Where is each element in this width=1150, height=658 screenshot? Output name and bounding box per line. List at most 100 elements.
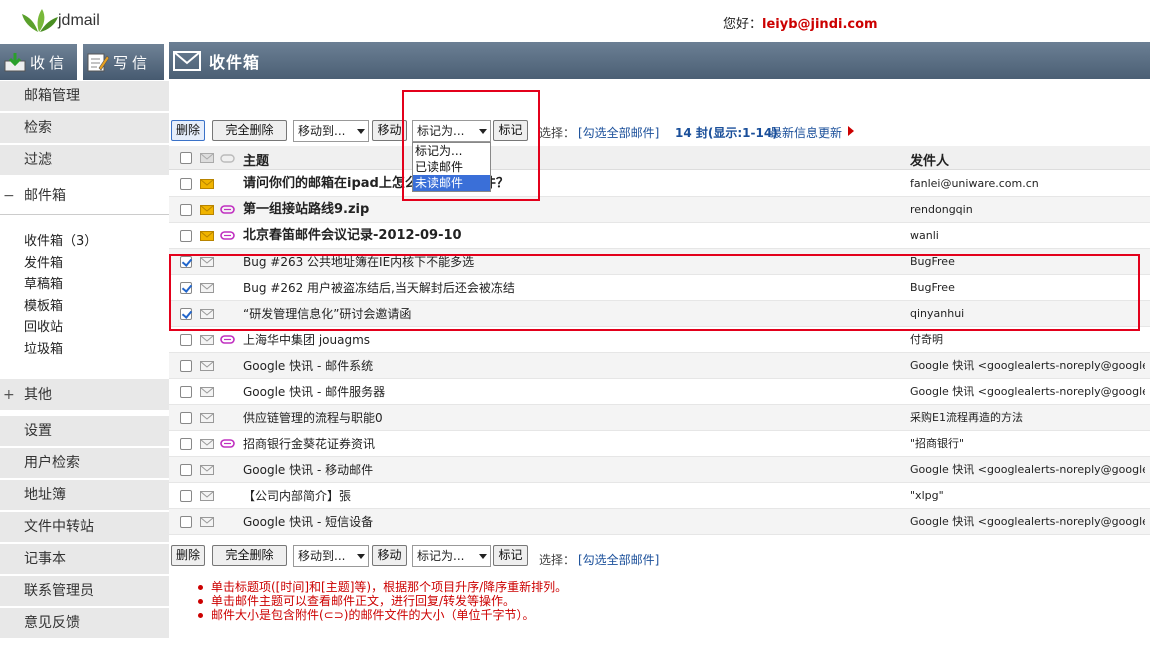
table-row[interactable]: Google 快讯 - 短信设备 Google 快讯 <googlealerts-… bbox=[169, 509, 1150, 535]
delete-button[interactable]: 删除 bbox=[171, 120, 205, 141]
move-to-value-bottom: 移动到... bbox=[298, 549, 346, 563]
sender-column-header[interactable]: 发件人 bbox=[910, 150, 949, 169]
page-header: 收件箱 bbox=[169, 42, 1150, 79]
row-checkbox[interactable] bbox=[180, 178, 192, 190]
row-checkbox[interactable] bbox=[180, 360, 192, 372]
message-subject[interactable]: Google 快讯 - 移动邮件 bbox=[243, 457, 893, 483]
compose-pencil-icon bbox=[87, 53, 109, 72]
user-email[interactable]: leiyb@jindi.com bbox=[762, 17, 878, 32]
table-row[interactable]: Google 快讯 - 邮件服务器 Google 快讯 <googlealerts… bbox=[169, 379, 1150, 405]
row-checkbox[interactable] bbox=[180, 386, 192, 398]
read-envelope-icon bbox=[200, 491, 214, 501]
top-bar: jdmail 您好：leiyb@jindi.com bbox=[0, 0, 1150, 42]
folder-junk[interactable]: 垃圾箱 bbox=[0, 339, 169, 361]
sidebar-item-contact-admin[interactable]: 联系管理员 bbox=[0, 576, 169, 607]
collapse-icon: − bbox=[3, 188, 15, 204]
message-subject[interactable]: Google 快讯 - 短信设备 bbox=[243, 509, 893, 535]
delete-all-button[interactable]: 完全删除 bbox=[212, 120, 287, 141]
attachment-icon bbox=[220, 439, 235, 448]
dropdown-highlight-box bbox=[402, 90, 540, 201]
sidebar-section-other[interactable]: + 其他 bbox=[0, 379, 169, 411]
row-checkbox[interactable] bbox=[180, 230, 192, 242]
table-row[interactable]: 招商银行金葵花证券资讯 "招商银行" bbox=[169, 431, 1150, 457]
read-envelope-icon bbox=[200, 335, 214, 345]
chevron-down-icon bbox=[479, 554, 487, 559]
sidebar-item-filter[interactable]: 过滤 bbox=[0, 145, 169, 176]
select-all-link[interactable]: [勾选全部邮件] bbox=[578, 124, 659, 141]
receive-mail-label: 收信 bbox=[30, 53, 69, 72]
sidebar-item-address-book[interactable]: 地址簿 bbox=[0, 480, 169, 511]
select-all-link-bottom[interactable]: [勾选全部邮件] bbox=[578, 551, 659, 568]
folder-recycle[interactable]: 回收站 bbox=[0, 317, 169, 339]
move-button-bottom[interactable]: 移动 bbox=[372, 545, 407, 566]
table-row[interactable]: Google 快讯 - 移动邮件 Google 快讯 <googlealerts-… bbox=[169, 457, 1150, 483]
receive-mail-button[interactable]: 收信 bbox=[0, 44, 78, 80]
toolbar-top: 删除 完全删除 移动到... 移动 标记为... 标记 选择： [勾选全部邮件]… bbox=[169, 120, 1150, 144]
sidebar: 收信 写信 邮箱管理 检索 过滤 − 邮件箱 收件箱（3） 发件箱 草稿箱 模板… bbox=[0, 42, 169, 658]
message-subject[interactable]: 第一组接站路线9.zip bbox=[243, 197, 893, 223]
select-all-checkbox[interactable] bbox=[180, 152, 192, 164]
sidebar-item-notepad[interactable]: 记事本 bbox=[0, 544, 169, 575]
inbox-download-icon bbox=[4, 53, 26, 72]
table-row[interactable]: 北京春笛邮件会议记录-2012-09-10 wanli bbox=[169, 223, 1150, 249]
read-envelope-icon bbox=[200, 413, 214, 423]
message-sender: Google 快讯 <googlealerts-noreply@google..… bbox=[910, 463, 1145, 476]
note-size: 邮件大小是包含附件(⊂⊃)的邮件文件的大小（单位千字节）。 bbox=[169, 608, 1150, 622]
attachment-icon bbox=[220, 231, 235, 240]
move-to-select[interactable]: 移动到... bbox=[293, 120, 369, 142]
list-header: 主题 发件人 bbox=[169, 146, 1150, 170]
message-subject[interactable]: 招商银行金葵花证券资讯 bbox=[243, 431, 893, 457]
row-checkbox[interactable] bbox=[180, 464, 192, 476]
delete-all-button-bottom[interactable]: 完全删除 bbox=[212, 545, 287, 566]
message-subject[interactable]: 请问你们的邮箱在ipad上怎么设置收取邮件？ bbox=[243, 171, 893, 197]
folder-templates[interactable]: 模板箱 bbox=[0, 296, 169, 318]
mark-as-value-bottom: 标记为... bbox=[417, 549, 465, 563]
row-checkbox[interactable] bbox=[180, 204, 192, 216]
folder-sent[interactable]: 发件箱 bbox=[0, 253, 169, 275]
message-subject[interactable]: Google 快讯 - 邮件系统 bbox=[243, 353, 893, 379]
unread-envelope-icon bbox=[200, 231, 214, 241]
select-label: 选择： bbox=[539, 126, 576, 140]
sidebar-item-search[interactable]: 检索 bbox=[0, 113, 169, 144]
mark-button-bottom[interactable]: 标记 bbox=[493, 545, 528, 566]
table-row[interactable]: Google 快讯 - 邮件系统 Google 快讯 <googlealerts-… bbox=[169, 353, 1150, 379]
move-to-select-bottom[interactable]: 移动到... bbox=[293, 545, 369, 567]
refresh-link[interactable]: 最新信息更新 bbox=[770, 124, 842, 141]
sidebar-section-mailboxes[interactable]: − 邮件箱 bbox=[0, 177, 169, 215]
mark-as-select-bottom[interactable]: 标记为... bbox=[412, 545, 491, 567]
folder-drafts[interactable]: 草稿箱 bbox=[0, 274, 169, 296]
folder-list: 收件箱（3） 发件箱 草稿箱 模板箱 回收站 垃圾箱 bbox=[0, 231, 169, 377]
note-sort: 单击标题项([时间]和[主题]等)，根据那个项目升序/降序重新排列。 bbox=[169, 580, 1150, 594]
delete-button-bottom[interactable]: 删除 bbox=[171, 545, 205, 566]
envelope-column-icon bbox=[200, 153, 214, 163]
message-count: 14 封(显示:1-14) bbox=[675, 126, 778, 140]
message-sender: Google 快讯 <googlealerts-noreply@google..… bbox=[910, 515, 1145, 528]
message-subject[interactable]: 【公司内部简介】張 bbox=[243, 483, 893, 509]
table-row[interactable]: 【公司内部简介】張 "xlpg" bbox=[169, 483, 1150, 509]
table-row[interactable]: 请问你们的邮箱在ipad上怎么设置收取邮件？ fanlei@uniware.com… bbox=[169, 171, 1150, 197]
row-checkbox[interactable] bbox=[180, 438, 192, 450]
unread-envelope-icon bbox=[200, 179, 214, 189]
message-subject[interactable]: 供应链管理的流程与职能0 bbox=[243, 405, 893, 431]
row-checkbox[interactable] bbox=[180, 334, 192, 346]
table-row[interactable]: 第一组接站路线9.zip rendongqin bbox=[169, 197, 1150, 223]
attachment-icon bbox=[220, 205, 235, 214]
message-sender: wanli bbox=[910, 229, 939, 242]
row-checkbox[interactable] bbox=[180, 490, 192, 502]
folder-inbox[interactable]: 收件箱（3） bbox=[0, 231, 169, 253]
sidebar-item-file-transfer[interactable]: 文件中转站 bbox=[0, 512, 169, 543]
row-checkbox[interactable] bbox=[180, 516, 192, 528]
message-subject[interactable]: Google 快讯 - 邮件服务器 bbox=[243, 379, 893, 405]
sidebar-item-mailbox-manage[interactable]: 邮箱管理 bbox=[0, 81, 169, 112]
table-row[interactable]: 供应链管理的流程与职能0 采购E1流程再造的方法 bbox=[169, 405, 1150, 431]
subject-column-header[interactable]: 主题 bbox=[243, 150, 269, 169]
compose-button[interactable]: 写信 bbox=[83, 44, 165, 80]
main-content: 收件箱 删除 完全删除 移动到... 移动 标记为... 标记 选择： [勾选全… bbox=[169, 42, 1150, 658]
sidebar-item-feedback[interactable]: 意见反馈 bbox=[0, 608, 169, 639]
sidebar-item-settings[interactable]: 设置 bbox=[0, 416, 169, 447]
move-to-value: 移动到... bbox=[298, 124, 346, 138]
message-subject[interactable]: 北京春笛邮件会议记录-2012-09-10 bbox=[243, 223, 893, 249]
mailbox-section-label: 邮件箱 bbox=[24, 188, 66, 204]
sidebar-item-user-search[interactable]: 用户检索 bbox=[0, 448, 169, 479]
row-checkbox[interactable] bbox=[180, 412, 192, 424]
